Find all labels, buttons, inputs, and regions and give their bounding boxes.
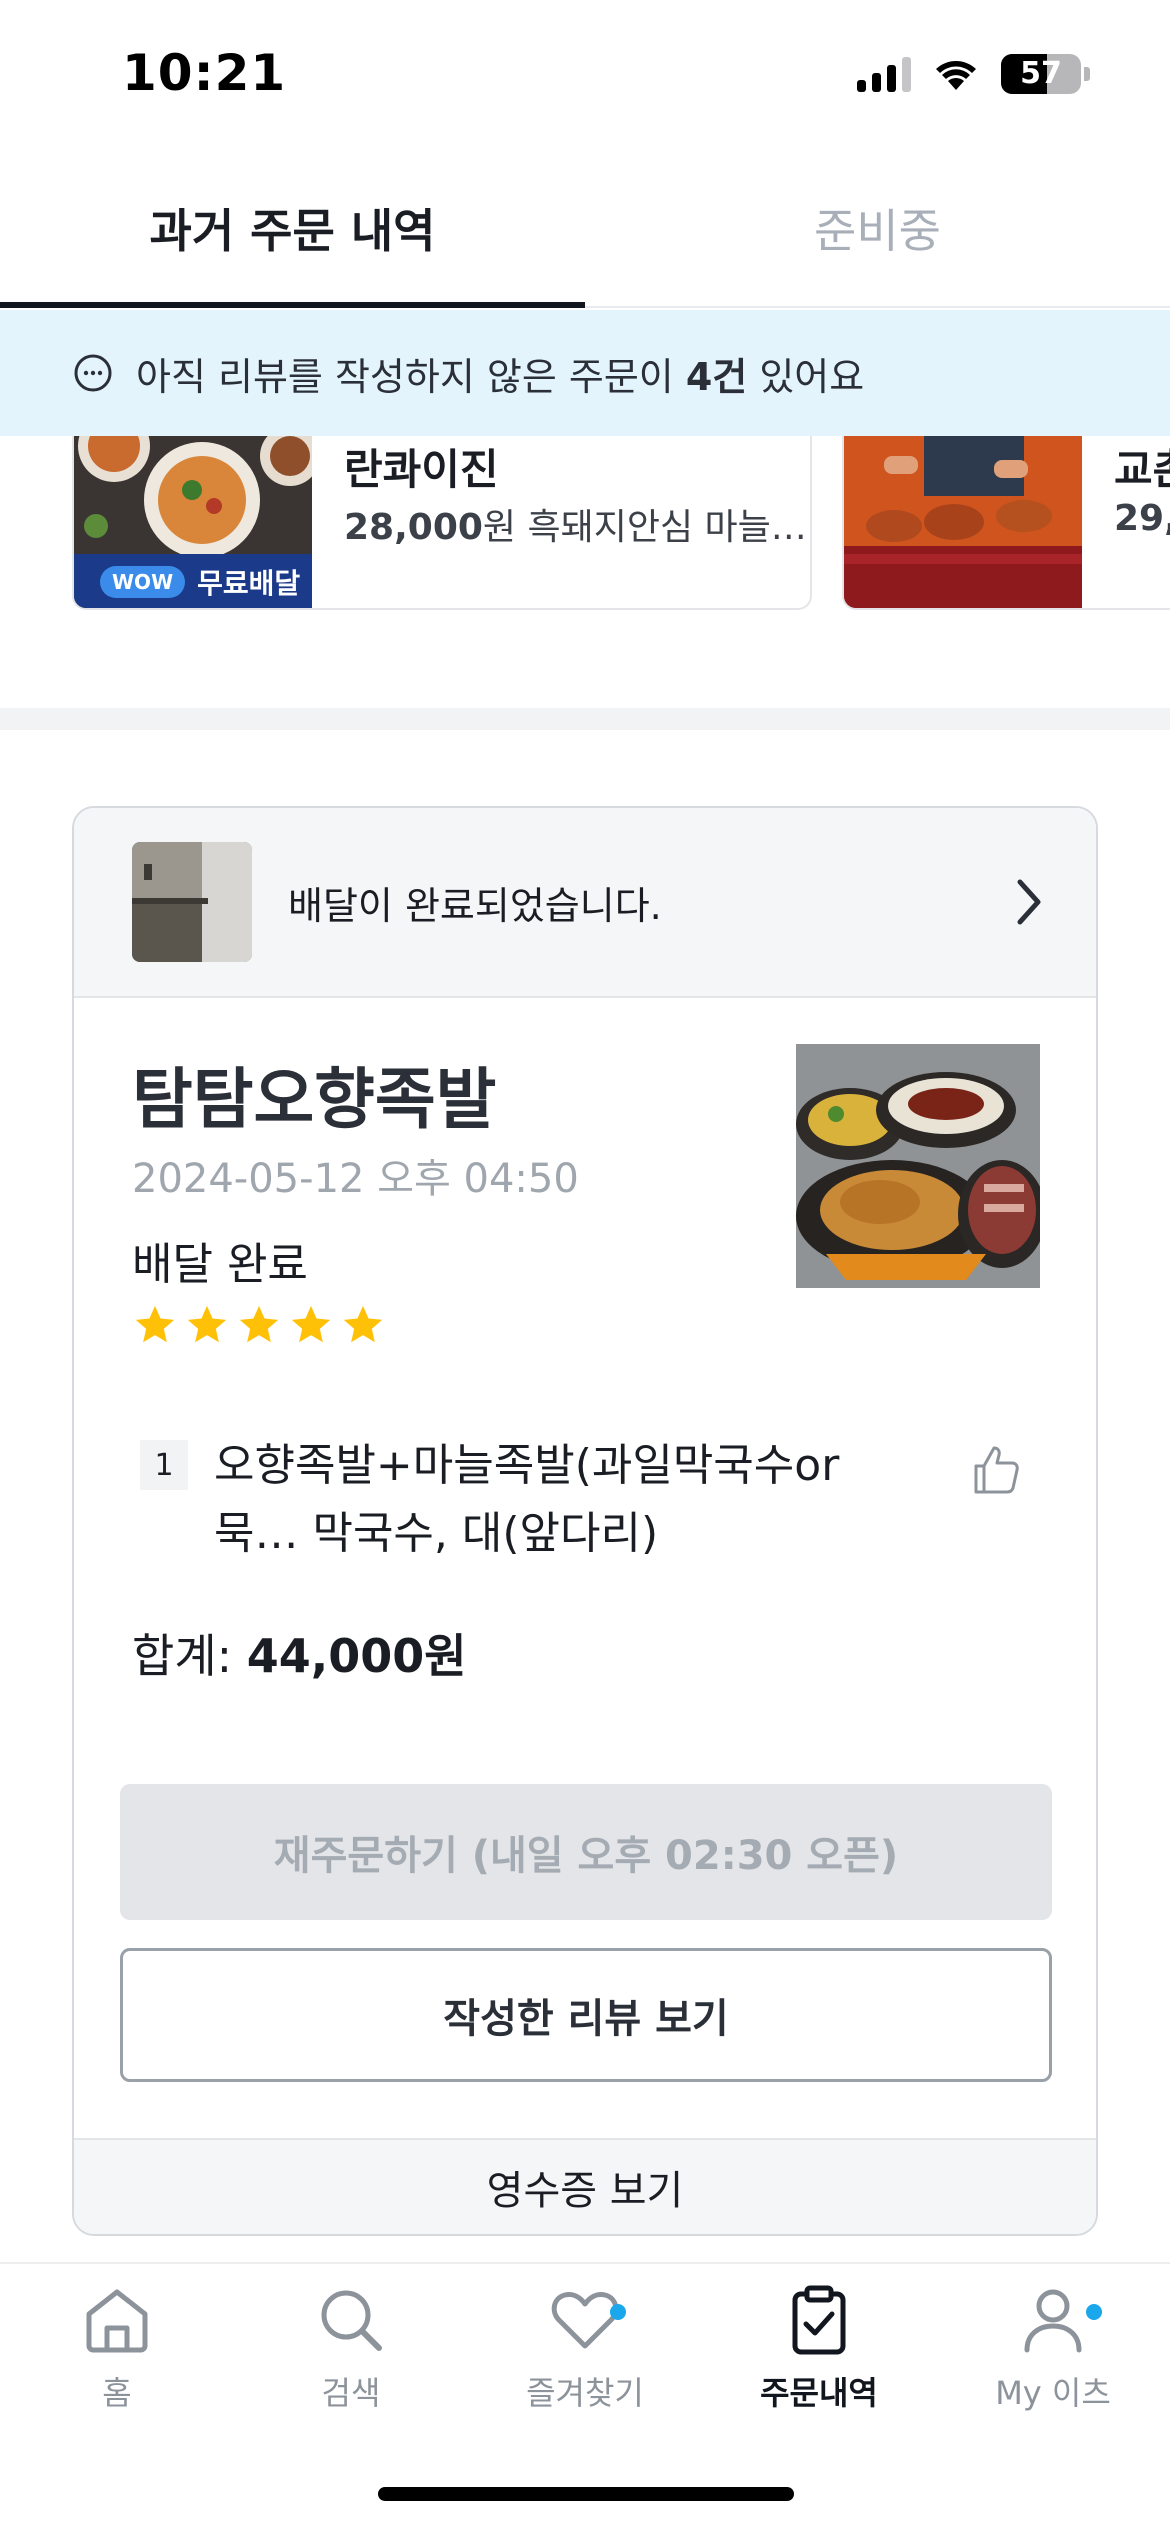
restaurant-thumbnail [844, 436, 1082, 608]
notification-dot [610, 2304, 626, 2320]
order-tabs: 과거 주문 내역 준비중 [0, 150, 1170, 308]
free-delivery-text: 무료배달 [197, 567, 301, 600]
tab-preparing[interactable]: 준비중 [585, 150, 1170, 306]
thumbs-up-icon[interactable] [972, 1444, 1020, 1496]
item-name: 오향족발+마늘족발(과일막국수or 묵… 막국수, 대(앞다리) [214, 1440, 840, 1559]
nav-favorites[interactable]: 즐겨찾기 [468, 2282, 702, 2434]
store-name[interactable]: 탐탐오향족발 [132, 1046, 496, 1142]
star-icon [187, 1305, 227, 1343]
recommend-carousel[interactable]: WOW 무료배달 란콰이진 28,000원 흑돼지안심 마늘… 교촌 29, [0, 436, 1170, 636]
battery-level: 57 [1020, 56, 1062, 91]
restaurant-menu-summary: 29, [1114, 498, 1170, 539]
delivery-proof-photo[interactable] [132, 842, 252, 962]
restaurant-menu-summary: 28,000원 흑돼지안심 마늘… [344, 507, 807, 548]
view-receipt-button[interactable]: 영수증 보기 [74, 2138, 1096, 2234]
clipboard-check-icon [792, 2285, 846, 2355]
nav-orders[interactable]: 주문내역 [702, 2282, 936, 2434]
item-quantity: 1 [140, 1440, 188, 1490]
restaurant-name: 란콰이진 [344, 445, 499, 494]
battery-icon: 57 [1001, 54, 1090, 94]
cellular-signal-icon [857, 56, 911, 92]
star-icon [239, 1305, 279, 1343]
restaurant-card[interactable]: 교촌 29, [842, 436, 1170, 610]
nav-home[interactable]: 홈 [0, 2282, 234, 2434]
star-icon [135, 1305, 175, 1343]
delivery-status-row[interactable]: 배달이 완료되었습니다. [74, 808, 1096, 998]
restaurant-thumbnail: WOW 무료배달 [74, 436, 320, 608]
nav-my-eats-label: My 이츠 [995, 2374, 1111, 2412]
restaurant-card[interactable]: WOW 무료배달 란콰이진 28,000원 흑돼지안심 마늘… [72, 436, 812, 610]
review-banner-text: 아직 리뷰를 작성하지 않은 주문이 4건 있어요 [136, 354, 865, 399]
star-icon [291, 1305, 331, 1343]
order-date: 2024-05-12 오후 04:50 [132, 1156, 579, 1202]
section-divider [0, 708, 1170, 730]
rating-stars [132, 1302, 386, 1348]
heart-icon [551, 2292, 619, 2349]
chat-bubble-icon [74, 354, 112, 392]
wow-pill: WOW [100, 566, 186, 598]
tab-past-orders[interactable]: 과거 주문 내역 [0, 150, 585, 308]
nav-search-label: 검색 [321, 2374, 381, 2412]
status-bar: 10:21 57 [0, 0, 1170, 150]
view-review-button[interactable]: 작성한 리뷰 보기 [120, 1948, 1052, 2082]
order-card: 배달이 완료되었습니다. 탐탐오향족발 2024-05-12 오후 04:50 … [72, 806, 1098, 2236]
notification-dot [1086, 2304, 1102, 2320]
home-indicator[interactable] [378, 2487, 794, 2501]
restaurant-name: 교촌 [1114, 445, 1170, 494]
nav-orders-label: 주문내역 [760, 2374, 878, 2412]
delivery-status-message: 배달이 완료되었습니다. [288, 883, 662, 928]
nav-home-label: 홈 [102, 2374, 132, 2412]
status-time: 10:21 [122, 44, 287, 102]
nav-my-eats[interactable]: My 이츠 [936, 2282, 1170, 2434]
free-delivery-badge: WOW 무료배달 [74, 554, 312, 608]
home-icon [86, 2289, 148, 2353]
order-total: 합계: 44,000원 [132, 1629, 467, 1683]
store-food-photo[interactable] [796, 1044, 1040, 1288]
nav-search[interactable]: 검색 [234, 2282, 468, 2434]
status-icons: 57 [857, 54, 1090, 94]
review-reminder-banner[interactable]: 아직 리뷰를 작성하지 않은 주문이 4건 있어요 [0, 310, 1170, 436]
reorder-button[interactable]: 재주문하기 (내일 오후 02:30 오픈) [120, 1784, 1052, 1920]
person-icon [1024, 2289, 1082, 2353]
nav-favorites-label: 즐겨찾기 [526, 2374, 644, 2412]
star-icon [343, 1305, 383, 1343]
wifi-icon [936, 61, 976, 90]
chevron-right-icon [1017, 879, 1041, 925]
order-status: 배달 완료 [132, 1239, 308, 1290]
search-icon [321, 2290, 382, 2351]
